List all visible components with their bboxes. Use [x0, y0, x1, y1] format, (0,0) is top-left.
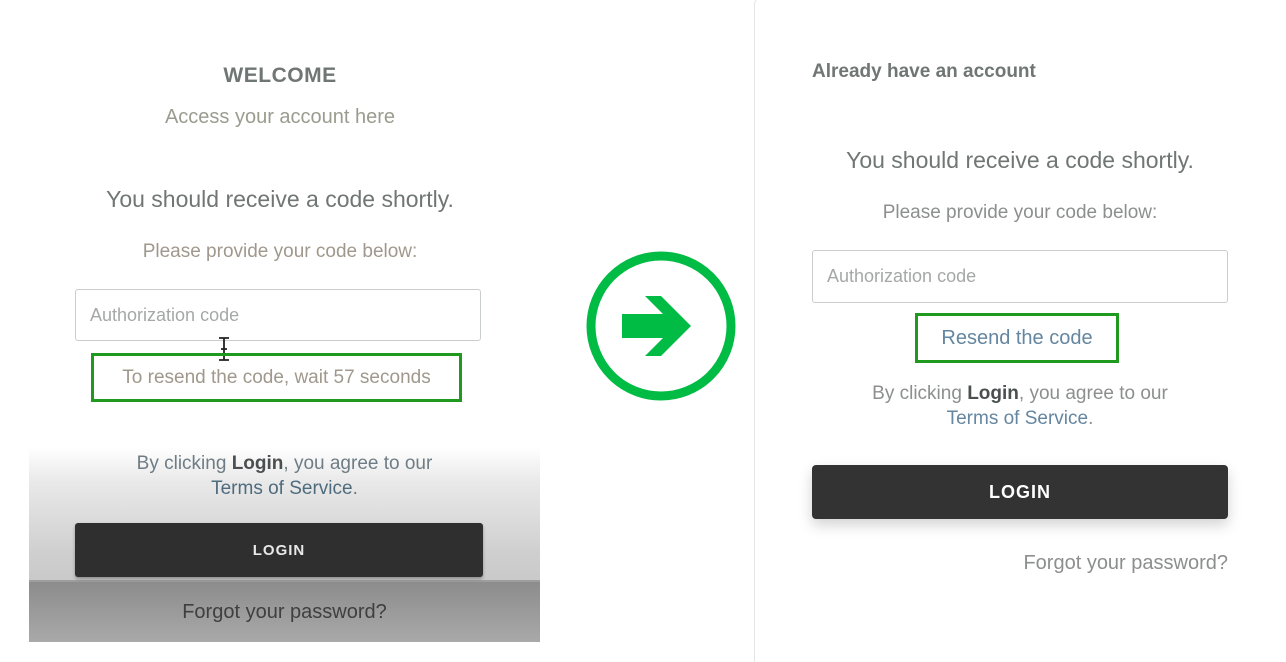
resend-wait-highlight: To resend the code, wait 57 seconds — [91, 353, 462, 402]
agree-suffix: , you agree to our — [1018, 383, 1168, 404]
already-have-account-heading: Already have an account — [812, 61, 1036, 82]
login-button[interactable]: LOGIN — [812, 465, 1228, 519]
authorization-code-input[interactable] — [75, 289, 481, 341]
terms-agreement: By clicking Login, you agree to our Term… — [812, 381, 1228, 431]
agree-login-word: Login — [231, 453, 284, 474]
arrow-right-circle-icon — [586, 251, 736, 401]
code-heading: You should receive a code shortly. — [106, 186, 454, 212]
terms-agreement: By clicking Login, you agree to our Term… — [29, 451, 540, 501]
authorization-code-input[interactable] — [812, 250, 1228, 303]
agree-login-word: Login — [967, 383, 1019, 404]
resend-wait-text: To resend the code, wait 57 seconds — [122, 366, 431, 388]
agree-prefix: By clicking — [136, 453, 232, 474]
welcome-subtitle: Access your account here — [164, 106, 396, 128]
resend-code-highlight[interactable]: Resend the code — [915, 313, 1119, 363]
agree-prefix: By clicking — [872, 383, 968, 404]
terms-period: . — [352, 478, 358, 499]
forgot-password-link[interactable]: Forgot your password? — [812, 552, 1228, 575]
code-prompt: Please provide your code below: — [142, 241, 418, 262]
code-heading: You should receive a code shortly. — [846, 147, 1194, 173]
welcome-title: WELCOME — [223, 64, 337, 87]
terms-of-service-link[interactable]: Terms of Service — [947, 408, 1088, 429]
terms-of-service-link[interactable]: Terms of Service — [211, 478, 352, 499]
login-button[interactable]: LOGIN — [75, 523, 483, 577]
resend-code-link[interactable]: Resend the code — [941, 327, 1092, 350]
agree-suffix: , you agree to our — [283, 453, 433, 474]
code-prompt: Please provide your code below: — [882, 202, 1158, 223]
forgot-password-link[interactable]: Forgot your password? — [29, 601, 540, 624]
terms-period: . — [1088, 408, 1094, 429]
